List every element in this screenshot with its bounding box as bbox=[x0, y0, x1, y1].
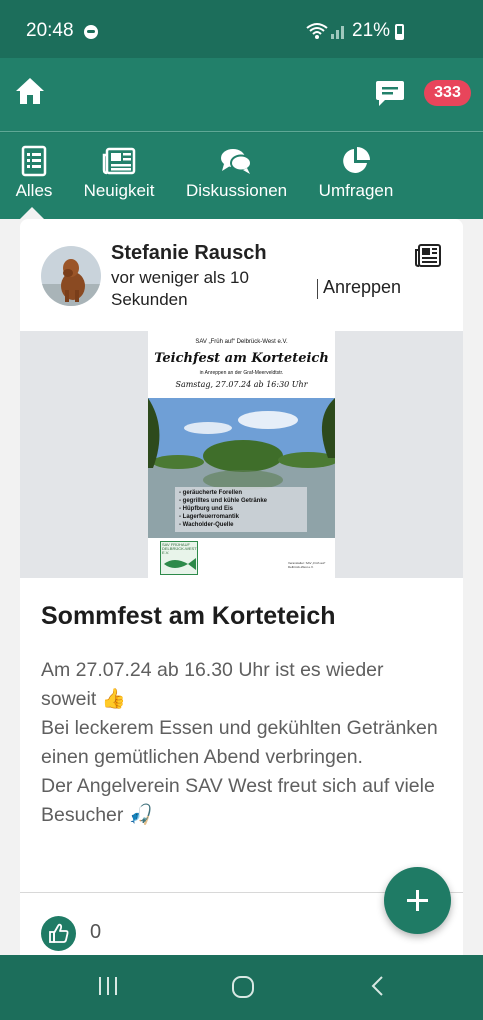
wifi-icon bbox=[306, 23, 328, 39]
newspaper-icon bbox=[415, 244, 441, 267]
poster-title: Teichfest am Korteteich bbox=[154, 351, 329, 366]
tab-label: Alles bbox=[15, 181, 53, 200]
post-body-line: Der Angelverein SAV West freut sich auf … bbox=[41, 775, 435, 826]
post-time: vor weniger als 10 Sekunden bbox=[111, 268, 249, 309]
tab-label: Diskussionen bbox=[186, 181, 288, 200]
poster-item: - Hüpfburg und Eis bbox=[179, 506, 233, 512]
event-poster: SAV „Früh auf“ Delbrück-West e.V. Teichf… bbox=[148, 331, 335, 578]
tab-alles[interactable]: Alles bbox=[14, 145, 54, 215]
poster-date: Samstag, 27.07.24 ab 16:30 Uhr bbox=[175, 380, 308, 389]
chat-icon[interactable] bbox=[375, 78, 405, 108]
thumbs-up-icon bbox=[49, 923, 69, 943]
poster-subtitle: in Anreppen an der Graf-Meerveldtstr. bbox=[199, 370, 284, 376]
notification-dot-icon bbox=[84, 25, 98, 39]
fish-logo-icon bbox=[164, 558, 196, 570]
tab-neuigkeit[interactable]: Neuigkeit bbox=[83, 145, 155, 215]
poster-item: - Lagerfeuerromantik bbox=[179, 514, 240, 520]
avatar-dog-image bbox=[41, 246, 101, 306]
poster-item: - geräucherte Forellen bbox=[179, 490, 243, 496]
poster-signature: Veranstalter: SAV „Früh auf“ Delbrück-We… bbox=[288, 561, 326, 569]
active-tab-indicator bbox=[20, 207, 44, 219]
home-icon[interactable] bbox=[14, 76, 46, 106]
location-separator bbox=[317, 279, 318, 299]
post-card[interactable]: Stefanie Rausch vor weniger als 10 Sekun… bbox=[20, 219, 463, 955]
newspaper-icon bbox=[102, 147, 136, 175]
tab-umfragen[interactable]: Umfragen bbox=[318, 145, 394, 215]
plus-icon bbox=[407, 890, 428, 911]
app-bar: 333 bbox=[0, 58, 483, 132]
like-button[interactable] bbox=[41, 916, 76, 951]
poster-item: - gegrilltes und kühle Getränke bbox=[179, 498, 268, 504]
notification-badge[interactable]: 333 bbox=[424, 80, 471, 106]
add-post-button[interactable] bbox=[384, 867, 451, 934]
back-icon[interactable] bbox=[370, 975, 386, 997]
signal-icon bbox=[331, 26, 344, 39]
poster-items: - geräucherte Forellen - gegrilltes und … bbox=[175, 487, 307, 532]
post-body: Am 27.07.24 ab 16.30 Uhr ist es wieder s… bbox=[41, 656, 441, 830]
home-nav-icon[interactable] bbox=[231, 975, 255, 999]
list-icon bbox=[21, 145, 47, 177]
tab-label: Neuigkeit bbox=[83, 181, 155, 200]
post-body-line: Bei leckerem Essen und gekühlten Getränk… bbox=[41, 717, 438, 768]
pie-chart-icon bbox=[343, 147, 370, 173]
feed[interactable]: Stefanie Rausch vor weniger als 10 Sekun… bbox=[0, 219, 483, 955]
poster-club: SAV „Früh auf“ Delbrück-West e.V. bbox=[195, 339, 288, 345]
status-time: 20:48 bbox=[26, 20, 74, 41]
battery-icon bbox=[395, 24, 404, 40]
post-title[interactable]: Sommfest am Korteteich bbox=[41, 602, 336, 631]
tab-bar: Alles Neuigkeit Diskussionen Umfragen bbox=[0, 133, 483, 219]
recent-apps-icon[interactable] bbox=[97, 975, 119, 997]
avatar[interactable] bbox=[41, 246, 101, 306]
status-bar: 20:48 21% bbox=[0, 0, 483, 58]
post-location: Anreppen bbox=[323, 277, 402, 297]
tab-label: Umfragen bbox=[318, 181, 394, 200]
chat-bubbles-icon bbox=[221, 149, 252, 174]
like-count: 0 bbox=[90, 921, 102, 943]
poster-item: - Wacholder-Quelle bbox=[179, 522, 234, 528]
post-image[interactable]: SAV „Früh auf“ Delbrück-West e.V. Teichf… bbox=[20, 331, 463, 578]
system-nav-bar bbox=[0, 955, 483, 1020]
tab-diskussionen[interactable]: Diskussionen bbox=[186, 145, 288, 215]
battery-percentage: 21% bbox=[352, 20, 391, 41]
author-name[interactable]: Stefanie Rausch bbox=[111, 242, 267, 265]
club-logo: SAV FRÜHAUF DELBRÜCK-WEST E.V. bbox=[160, 541, 198, 575]
post-body-line: Am 27.07.24 ab 16.30 Uhr ist es wieder s… bbox=[41, 659, 384, 710]
